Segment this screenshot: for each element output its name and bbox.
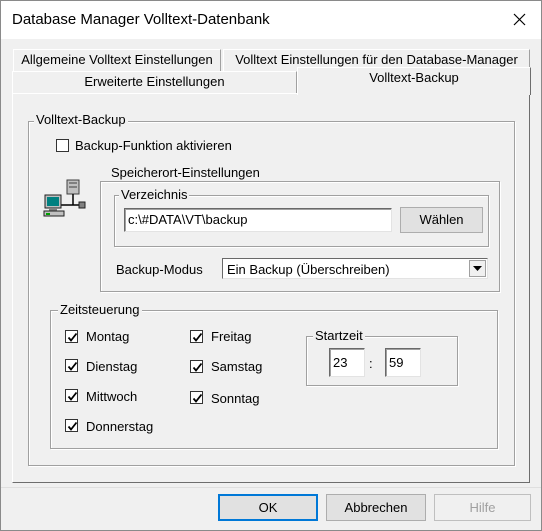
cancel-button[interactable]: Abbrechen — [326, 494, 426, 521]
start-hour-input[interactable]: 23 — [329, 348, 365, 377]
day-label-donnerstag: Donnerstag — [86, 419, 154, 434]
backup-enable-label: Backup-Funktion aktivieren — [75, 138, 232, 153]
day-checkbox-donnerstag[interactable] — [65, 419, 78, 432]
tab-erweiterte[interactable]: Erweiterte Einstellungen — [12, 71, 297, 93]
day-label-mittwoch: Mittwoch — [86, 389, 138, 404]
day-checkbox-dienstag[interactable] — [65, 359, 78, 372]
directory-group-label: Verzeichnis — [119, 187, 190, 202]
day-label-freitag: Freitag — [211, 329, 252, 344]
browse-button[interactable]: Wählen — [400, 207, 483, 233]
directory-input[interactable]: c:\#DATA\VT\backup — [124, 208, 392, 232]
backup-mode-select[interactable]: Ein Backup (Überschreiben) — [222, 258, 488, 279]
day-label-sonntag: Sonntag — [211, 391, 260, 406]
day-label-montag: Montag — [86, 329, 130, 344]
tab-volltext-backup[interactable]: Volltext-Backup — [297, 67, 531, 95]
day-checkbox-samstag[interactable] — [190, 360, 203, 373]
start-time-group-label: Startzeit — [313, 328, 365, 343]
dropdown-arrow-icon[interactable] — [469, 260, 486, 277]
tab-allgemeine[interactable]: Allgemeine Volltext Einstellungen — [13, 49, 221, 71]
storage-group-label: Speicherort-Einstellungen — [109, 165, 262, 180]
day-checkbox-montag[interactable] — [65, 330, 78, 343]
day-checkbox-mittwoch[interactable] — [65, 389, 78, 402]
network-computer-icon — [43, 179, 87, 219]
title-bar: Database Manager Volltext-Datenbank — [1, 1, 541, 39]
day-label-samstag: Samstag — [211, 359, 263, 374]
dialog-window: Database Manager Volltext-Datenbank Allg… — [0, 0, 542, 531]
backup-enable-checkbox[interactable] — [56, 139, 69, 152]
close-icon — [513, 13, 526, 26]
schedule-group-label: Zeitsteuerung — [58, 302, 142, 317]
start-minute-input[interactable]: 59 — [385, 348, 421, 377]
day-checkbox-freitag[interactable] — [190, 330, 203, 343]
backup-group-label: Volltext-Backup — [34, 112, 128, 127]
ok-button[interactable]: OK — [218, 494, 318, 521]
time-separator: : — [369, 356, 373, 371]
footer-divider — [1, 487, 541, 488]
close-button[interactable] — [499, 1, 541, 39]
help-button[interactable]: Hilfe — [434, 494, 531, 521]
day-label-dienstag: Dienstag — [86, 359, 138, 374]
window-title: Database Manager Volltext-Datenbank — [12, 11, 270, 28]
backup-mode-label: Backup-Modus — [116, 262, 203, 277]
day-checkbox-sonntag[interactable] — [190, 391, 203, 404]
